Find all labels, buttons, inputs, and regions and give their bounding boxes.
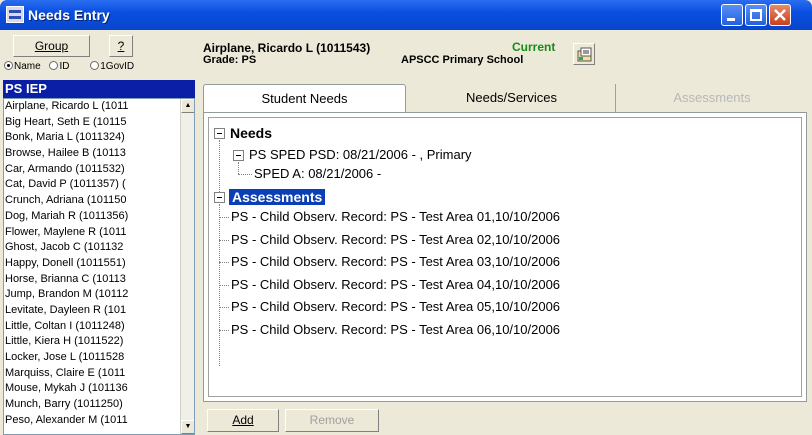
record-icon [577,47,592,62]
student-list-item[interactable]: Ghost, Jacob C (101132 [4,240,180,256]
student-list-item[interactable]: Peso, Alexander M (1011 [4,413,180,429]
assessments-collapse-icon[interactable] [214,192,225,203]
school-name: APSCC Primary School [401,54,524,66]
student-listbox[interactable]: Airplane, Ricardo L (1011 Big Heart, Seth… [3,98,195,435]
student-grade: Grade: PS [203,54,257,66]
student-list-item[interactable]: Munch, Barry (1011250) [4,397,180,413]
radio-name[interactable] [4,61,13,70]
tree-node-sped-a[interactable]: SPED A: 08/21/2006 - [254,166,381,182]
student-list-item[interactable]: Little, Coltan I (1011248) [4,319,180,335]
sort-radio-group: Name ID 1GovID [4,61,200,75]
scroll-down-arrow[interactable]: ▼ [181,420,194,434]
tree-node-assessment[interactable]: PS - Child Observ. Record: PS - Test Are… [231,209,560,225]
maximize-button[interactable] [745,4,767,26]
scroll-up-arrow[interactable]: ▲ [181,99,194,113]
tree-node-assessment[interactable]: PS - Child Observ. Record: PS - Test Are… [231,254,560,270]
help-button[interactable]: ? [109,35,133,57]
student-list-item[interactable]: Levitate, Dayleen R (101 [4,303,180,319]
radio-id-label: ID [59,61,70,72]
minimize-button[interactable] [721,4,743,26]
group-header: PS IEP [3,80,195,98]
tab-student-needs[interactable]: Student Needs [203,84,406,114]
student-list-item[interactable]: Mouse, Mykah J (101136 [4,381,180,397]
psd-collapse-icon[interactable] [233,150,244,161]
tab-needs-services[interactable]: Needs/Services [408,84,616,112]
student-list-item[interactable]: Browse, Hailee B (10113 [4,146,180,162]
needs-tree[interactable]: Needs PS SPED PSD: 08/21/2006 - , Primar… [208,117,802,397]
student-list-item[interactable]: Car, Armando (1011532) [4,162,180,178]
add-button[interactable]: Add [207,409,279,432]
remove-button: Remove [285,409,379,432]
student-list-item[interactable]: Big Heart, Seth E (10115 [4,115,180,131]
tree-node-assessment[interactable]: PS - Child Observ. Record: PS - Test Are… [231,232,560,248]
student-list-item[interactable]: Little, Kiera H (1011522) [4,334,180,350]
close-icon [774,9,786,21]
app-icon [6,6,24,23]
tree-node-assessments[interactable]: Assessments [229,189,326,205]
student-name: Airplane, Ricardo L (1011543) [203,41,371,55]
student-list-item[interactable]: Horse, Brianna C (10113 [4,272,180,288]
student-list-item[interactable]: Marquiss, Claire E (1011 [4,366,180,382]
radio-id[interactable] [49,61,59,70]
student-list-item[interactable]: Dog, Mariah R (1011356) [4,209,180,225]
student-list-item[interactable]: Crunch, Adriana (101150 [4,193,180,209]
student-list-panel: Group ? Name ID 1GovID PS IEP Airplane, … [0,30,200,435]
student-list-item[interactable]: Cat, David P (1011357) ( [4,177,180,193]
student-list-item[interactable]: Flower, Maylene R (1011 [4,225,180,241]
close-button[interactable] [769,4,791,26]
record-button[interactable] [573,43,595,65]
title-bar: Needs Entry [0,0,812,30]
radio-govid[interactable] [90,61,100,70]
radio-name-label: Name [14,61,41,72]
student-list-item[interactable]: Airplane, Ricardo L (1011 [4,99,180,115]
tree-node-assessment[interactable]: PS - Child Observ. Record: PS - Test Are… [231,322,560,338]
tab-assessments: Assessments [673,90,751,105]
group-button[interactable]: Group [13,35,90,57]
needs-tree-panel: Needs PS SPED PSD: 08/21/2006 - , Primar… [203,112,807,402]
student-list-item[interactable]: Bonk, Maria L (1011324) [4,130,180,146]
student-list-item[interactable]: Happy, Donell (1011551) [4,256,180,272]
tab-strip: Student Needs Needs/Services Assessments [203,84,809,114]
tree-node-assessment[interactable]: PS - Child Observ. Record: PS - Test Are… [231,299,560,315]
list-scrollbar[interactable]: ▲ ▼ [180,99,194,434]
tree-node-needs[interactable]: Needs [230,125,272,141]
student-list-item[interactable]: Locker, Jose L (1011528 [4,350,180,366]
status-badge: Current [512,40,556,54]
tree-node-assessment[interactable]: PS - Child Observ. Record: PS - Test Are… [231,277,560,293]
student-list-item[interactable]: Jump, Brandon M (10112 [4,287,180,303]
tree-node-sped-psd[interactable]: PS SPED PSD: 08/21/2006 - , Primary [249,147,472,163]
radio-govid-label: 1GovID [100,61,135,72]
needs-collapse-icon[interactable] [214,128,225,139]
window-title: Needs Entry [28,7,110,23]
